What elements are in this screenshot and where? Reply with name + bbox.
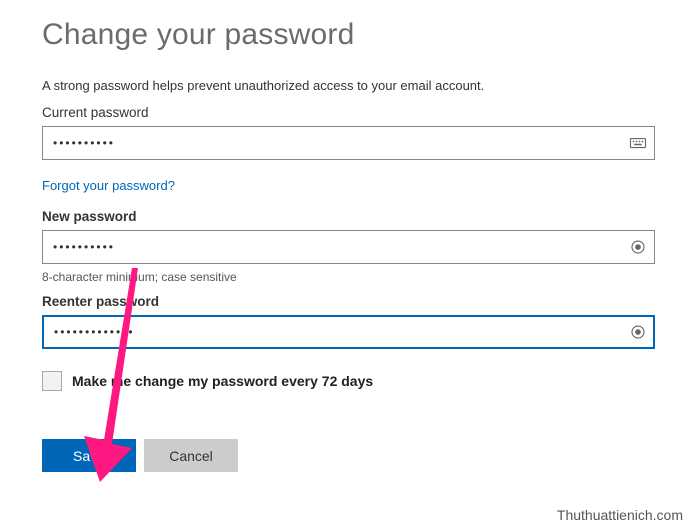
cancel-button[interactable]: Cancel	[144, 439, 238, 472]
new-password-input[interactable]	[42, 230, 655, 264]
new-password-label: New password	[42, 209, 655, 224]
reenter-password-label: Reenter password	[42, 294, 655, 309]
current-password-input[interactable]	[42, 126, 655, 160]
page-title: Change your password	[42, 18, 655, 52]
subtitle: A strong password helps prevent unauthor…	[42, 78, 655, 93]
save-button[interactable]: Save	[42, 439, 136, 472]
eye-icon[interactable]	[629, 238, 647, 256]
forgot-password-link[interactable]: Forgot your password?	[42, 178, 175, 193]
eye-icon[interactable]	[629, 323, 647, 341]
keyboard-icon	[629, 134, 647, 152]
current-password-label: Current password	[42, 105, 655, 120]
password-hint: 8-character minimum; case sensitive	[42, 270, 655, 284]
reenter-password-input[interactable]	[42, 315, 655, 349]
checkbox-label: Make me change my password every 72 days	[72, 373, 373, 389]
watermark: Thuthuattienich.com	[557, 507, 683, 523]
change-every-72-days-checkbox[interactable]	[42, 371, 62, 391]
